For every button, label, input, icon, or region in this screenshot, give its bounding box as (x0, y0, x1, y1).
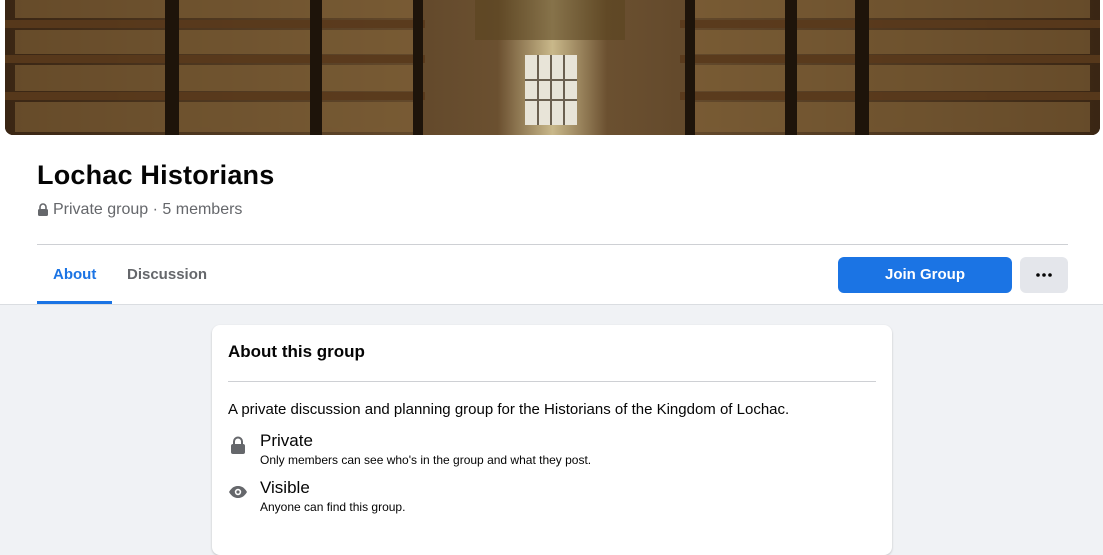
lock-icon (228, 435, 248, 455)
group-meta: Private group · 5 members (37, 201, 242, 219)
about-card: About this group A private discussion an… (212, 325, 892, 555)
join-group-button[interactable]: Join Group (838, 257, 1012, 293)
privacy-detail: Only members can see who's in the group … (260, 453, 592, 467)
group-header: Lochac Historians Private group · 5 memb… (0, 0, 1103, 305)
privacy-label: Private group (53, 201, 149, 218)
tab-about[interactable]: About (37, 258, 113, 304)
ellipsis-icon (1036, 273, 1052, 277)
group-description: A private discussion and planning group … (228, 401, 790, 418)
header-divider (37, 244, 1068, 245)
privacy-title: Private (260, 431, 313, 450)
about-card-title: About this group (228, 342, 365, 361)
visibility-detail: Anyone can find this group. (260, 500, 406, 514)
lock-icon (37, 203, 49, 217)
tab-discussion[interactable]: Discussion (111, 258, 223, 304)
about-card-divider (228, 381, 876, 382)
member-count[interactable]: 5 members (162, 201, 242, 219)
eye-icon (228, 482, 248, 502)
meta-separator: · (148, 201, 163, 218)
group-name: Lochac Historians (37, 160, 275, 190)
visibility-title: Visible (260, 478, 310, 497)
cover-photo (5, 0, 1100, 135)
more-options-button[interactable] (1020, 257, 1068, 293)
library-cover-image (5, 0, 1100, 135)
